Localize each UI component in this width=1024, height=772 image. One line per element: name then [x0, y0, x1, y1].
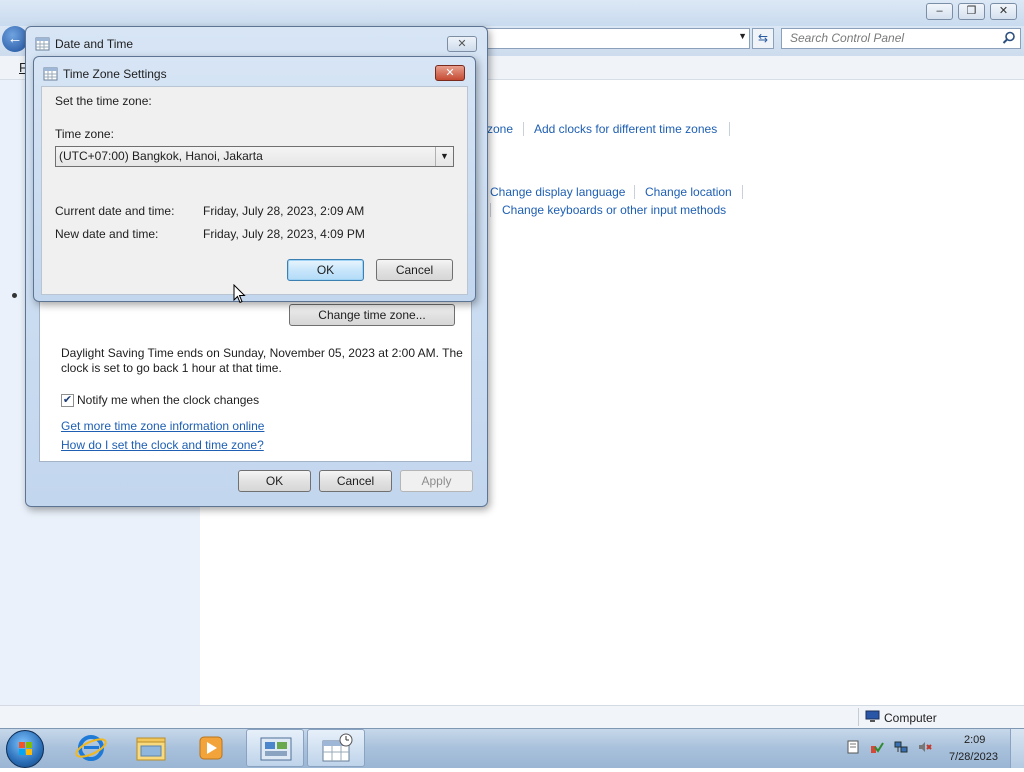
- notify-checkbox[interactable]: ✔: [61, 394, 74, 407]
- clock-date[interactable]: 7/28/2023: [949, 751, 998, 763]
- notify-checkbox-label[interactable]: Notify me when the clock changes: [77, 393, 259, 407]
- address-bar[interactable]: ▼: [486, 28, 750, 49]
- calendar-icon: [35, 37, 50, 51]
- action-center-icon[interactable]: [846, 740, 860, 754]
- link-more-time-zone-info[interactable]: Get more time zone information online: [61, 419, 264, 433]
- status-computer-label: Computer: [884, 711, 937, 725]
- security-shield-icon[interactable]: [870, 740, 884, 754]
- change-time-zone-button[interactable]: Change time zone...: [289, 304, 455, 326]
- control-panel-icon: [260, 737, 292, 761]
- time-zone-selected-value: (UTC+07:00) Bangkok, Hanoi, Jakarta: [59, 149, 263, 163]
- taskbar-control-panel[interactable]: [246, 729, 304, 767]
- chevron-down-icon[interactable]: ▼: [738, 31, 747, 41]
- calendar-icon: [43, 67, 58, 81]
- link-separator: [523, 122, 524, 136]
- search-icon[interactable]: [1002, 31, 1016, 45]
- link-change-keyboards[interactable]: Change keyboards or other input methods: [502, 203, 726, 217]
- start-button-icon[interactable]: [6, 730, 44, 768]
- search-placeholder: Search Control Panel: [790, 31, 905, 45]
- date-time-apply-button[interactable]: Apply: [400, 470, 473, 492]
- time-zone-ok-button[interactable]: OK: [287, 259, 364, 281]
- new-date-time-value: Friday, July 28, 2023, 4:09 PM: [203, 227, 365, 241]
- computer-icon: [865, 710, 880, 722]
- current-date-time-value: Friday, July 28, 2023, 2:09 AM: [203, 204, 365, 218]
- show-desktop-button[interactable]: [1010, 729, 1024, 768]
- link-how-to-set-clock[interactable]: How do I set the clock and time zone?: [61, 438, 264, 452]
- windows-logo-icon: [19, 742, 32, 755]
- volume-muted-icon[interactable]: [918, 740, 932, 754]
- dst-text-line-1: Daylight Saving Time ends on Sunday, Nov…: [61, 346, 463, 360]
- link-change-location[interactable]: Change location: [645, 185, 732, 199]
- network-icon[interactable]: [894, 740, 908, 754]
- current-date-time-label: Current date and time:: [55, 204, 175, 218]
- chevron-down-icon[interactable]: ▼: [435, 147, 453, 166]
- link-separator: [729, 122, 730, 136]
- folder-icon: [136, 737, 166, 761]
- media-player-icon: [199, 736, 223, 760]
- taskbar-windows-explorer[interactable]: [122, 729, 180, 767]
- link-separator: [490, 203, 491, 217]
- minimize-button[interactable]: –: [926, 3, 953, 20]
- link-change-time-zone-partial[interactable]: zone: [487, 122, 513, 136]
- taskbar-media-player[interactable]: [182, 729, 240, 767]
- taskbar-internet-explorer[interactable]: [62, 729, 120, 767]
- dst-text-line-2: clock is set to go back 1 hour at that t…: [61, 361, 282, 375]
- link-separator: [634, 185, 635, 199]
- restore-button[interactable]: ❐: [958, 3, 985, 20]
- taskbar-date-and-time[interactable]: [307, 729, 365, 767]
- time-zone-close-button[interactable]: ✕: [435, 65, 465, 81]
- bullet-icon: [12, 293, 17, 298]
- date-time-cancel-button[interactable]: Cancel: [319, 470, 392, 492]
- control-panel-titlebar: – ❐ ✕: [0, 0, 1024, 26]
- clock-time[interactable]: 2:09: [964, 734, 985, 746]
- status-separator: [858, 708, 859, 726]
- time-zone-cancel-button[interactable]: Cancel: [376, 259, 453, 281]
- search-input[interactable]: Search Control Panel: [781, 28, 1021, 49]
- date-time-dialog-title: Date and Time: [55, 37, 134, 51]
- internet-explorer-icon: [75, 735, 107, 761]
- time-zone-select[interactable]: (UTC+07:00) Bangkok, Hanoi, Jakarta ▼: [55, 146, 454, 167]
- link-separator: [742, 185, 743, 199]
- mouse-cursor-icon: [233, 284, 246, 304]
- new-date-time-label: New date and time:: [55, 227, 159, 241]
- time-zone-label: Time zone:: [55, 127, 114, 141]
- link-add-clocks[interactable]: Add clocks for different time zones: [534, 122, 717, 136]
- close-button[interactable]: ✕: [990, 3, 1017, 20]
- calendar-clock-icon: [322, 733, 353, 762]
- date-time-ok-button[interactable]: OK: [238, 470, 311, 492]
- set-time-zone-label: Set the time zone:: [55, 94, 152, 108]
- time-zone-dialog-title: Time Zone Settings: [63, 67, 167, 81]
- refresh-icon[interactable]: ⇆: [752, 28, 774, 49]
- link-change-display-language[interactable]: Change display language: [490, 185, 625, 199]
- date-time-close-button[interactable]: ✕: [447, 36, 477, 52]
